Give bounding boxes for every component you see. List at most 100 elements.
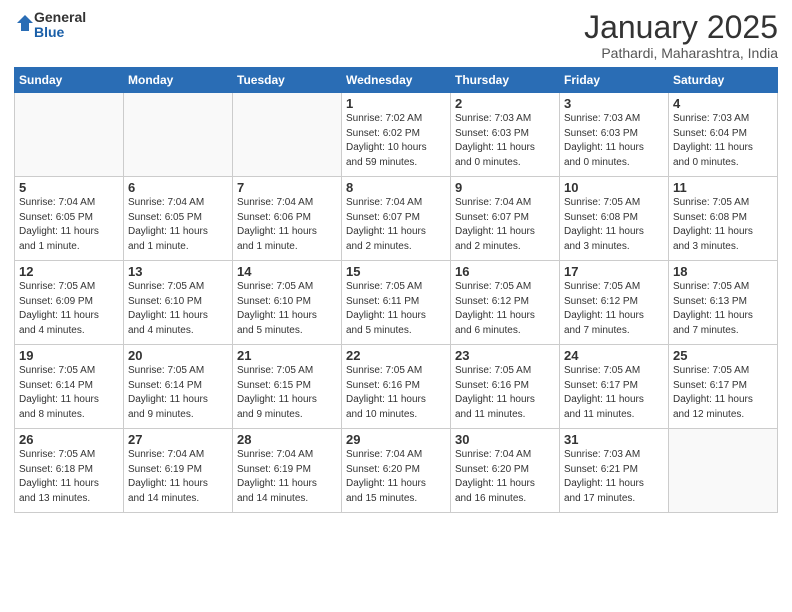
- logo-icon: [16, 14, 34, 32]
- day-info: Sunrise: 7:05 AM Sunset: 6:10 PM Dayligh…: [128, 280, 228, 338]
- cell-w3-d2: 13Sunrise: 7:05 AM Sunset: 6:10 PM Dayli…: [124, 261, 233, 345]
- logo: General Blue: [14, 10, 86, 41]
- day-info: Sunrise: 7:05 AM Sunset: 6:14 PM Dayligh…: [19, 364, 119, 422]
- week-row-4: 19Sunrise: 7:05 AM Sunset: 6:14 PM Dayli…: [15, 345, 778, 429]
- week-row-5: 26Sunrise: 7:05 AM Sunset: 6:18 PM Dayli…: [15, 429, 778, 513]
- day-number: 2: [455, 96, 555, 111]
- day-info: Sunrise: 7:05 AM Sunset: 6:12 PM Dayligh…: [455, 280, 555, 338]
- day-info: Sunrise: 7:04 AM Sunset: 6:19 PM Dayligh…: [128, 448, 228, 506]
- day-number: 25: [673, 348, 773, 363]
- th-monday: Monday: [124, 68, 233, 93]
- day-info: Sunrise: 7:05 AM Sunset: 6:14 PM Dayligh…: [128, 364, 228, 422]
- cell-w1-d1: [15, 93, 124, 177]
- cell-w5-d6: 31Sunrise: 7:03 AM Sunset: 6:21 PM Dayli…: [560, 429, 669, 513]
- day-number: 22: [346, 348, 446, 363]
- day-info: Sunrise: 7:04 AM Sunset: 6:07 PM Dayligh…: [455, 196, 555, 254]
- day-info: Sunrise: 7:04 AM Sunset: 6:07 PM Dayligh…: [346, 196, 446, 254]
- cell-w2-d6: 10Sunrise: 7:05 AM Sunset: 6:08 PM Dayli…: [560, 177, 669, 261]
- day-info: Sunrise: 7:04 AM Sunset: 6:05 PM Dayligh…: [19, 196, 119, 254]
- th-saturday: Saturday: [669, 68, 778, 93]
- day-number: 19: [19, 348, 119, 363]
- day-info: Sunrise: 7:04 AM Sunset: 6:20 PM Dayligh…: [455, 448, 555, 506]
- cell-w4-d4: 22Sunrise: 7:05 AM Sunset: 6:16 PM Dayli…: [342, 345, 451, 429]
- cell-w4-d6: 24Sunrise: 7:05 AM Sunset: 6:17 PM Dayli…: [560, 345, 669, 429]
- day-number: 11: [673, 180, 773, 195]
- week-row-1: 1Sunrise: 7:02 AM Sunset: 6:02 PM Daylig…: [15, 93, 778, 177]
- day-number: 12: [19, 264, 119, 279]
- cell-w3-d6: 17Sunrise: 7:05 AM Sunset: 6:12 PM Dayli…: [560, 261, 669, 345]
- day-info: Sunrise: 7:03 AM Sunset: 6:04 PM Dayligh…: [673, 112, 773, 170]
- cell-w4-d2: 20Sunrise: 7:05 AM Sunset: 6:14 PM Dayli…: [124, 345, 233, 429]
- day-info: Sunrise: 7:05 AM Sunset: 6:11 PM Dayligh…: [346, 280, 446, 338]
- cell-w1-d5: 2Sunrise: 7:03 AM Sunset: 6:03 PM Daylig…: [451, 93, 560, 177]
- day-number: 9: [455, 180, 555, 195]
- day-number: 16: [455, 264, 555, 279]
- day-info: Sunrise: 7:05 AM Sunset: 6:08 PM Dayligh…: [673, 196, 773, 254]
- day-info: Sunrise: 7:05 AM Sunset: 6:16 PM Dayligh…: [455, 364, 555, 422]
- day-number: 18: [673, 264, 773, 279]
- day-number: 20: [128, 348, 228, 363]
- cell-w5-d2: 27Sunrise: 7:04 AM Sunset: 6:19 PM Dayli…: [124, 429, 233, 513]
- cell-w4-d5: 23Sunrise: 7:05 AM Sunset: 6:16 PM Dayli…: [451, 345, 560, 429]
- cell-w1-d2: [124, 93, 233, 177]
- cell-w2-d2: 6Sunrise: 7:04 AM Sunset: 6:05 PM Daylig…: [124, 177, 233, 261]
- day-info: Sunrise: 7:03 AM Sunset: 6:21 PM Dayligh…: [564, 448, 664, 506]
- th-thursday: Thursday: [451, 68, 560, 93]
- day-number: 14: [237, 264, 337, 279]
- cell-w3-d3: 14Sunrise: 7:05 AM Sunset: 6:10 PM Dayli…: [233, 261, 342, 345]
- cell-w4-d7: 25Sunrise: 7:05 AM Sunset: 6:17 PM Dayli…: [669, 345, 778, 429]
- title-block: January 2025 Pathardi, Maharashtra, Indi…: [584, 10, 778, 61]
- cell-w3-d7: 18Sunrise: 7:05 AM Sunset: 6:13 PM Dayli…: [669, 261, 778, 345]
- week-row-3: 12Sunrise: 7:05 AM Sunset: 6:09 PM Dayli…: [15, 261, 778, 345]
- day-info: Sunrise: 7:04 AM Sunset: 6:05 PM Dayligh…: [128, 196, 228, 254]
- day-number: 3: [564, 96, 664, 111]
- cell-w5-d3: 28Sunrise: 7:04 AM Sunset: 6:19 PM Dayli…: [233, 429, 342, 513]
- th-friday: Friday: [560, 68, 669, 93]
- day-info: Sunrise: 7:05 AM Sunset: 6:17 PM Dayligh…: [564, 364, 664, 422]
- cell-w3-d4: 15Sunrise: 7:05 AM Sunset: 6:11 PM Dayli…: [342, 261, 451, 345]
- day-number: 31: [564, 432, 664, 447]
- day-info: Sunrise: 7:03 AM Sunset: 6:03 PM Dayligh…: [455, 112, 555, 170]
- week-row-2: 5Sunrise: 7:04 AM Sunset: 6:05 PM Daylig…: [15, 177, 778, 261]
- day-number: 17: [564, 264, 664, 279]
- day-info: Sunrise: 7:02 AM Sunset: 6:02 PM Dayligh…: [346, 112, 446, 170]
- day-number: 6: [128, 180, 228, 195]
- day-number: 13: [128, 264, 228, 279]
- cell-w1-d7: 4Sunrise: 7:03 AM Sunset: 6:04 PM Daylig…: [669, 93, 778, 177]
- day-info: Sunrise: 7:05 AM Sunset: 6:12 PM Dayligh…: [564, 280, 664, 338]
- day-info: Sunrise: 7:05 AM Sunset: 6:17 PM Dayligh…: [673, 364, 773, 422]
- calendar: Sunday Monday Tuesday Wednesday Thursday…: [14, 67, 778, 513]
- cell-w2-d7: 11Sunrise: 7:05 AM Sunset: 6:08 PM Dayli…: [669, 177, 778, 261]
- month-title: January 2025: [584, 10, 778, 45]
- cell-w4-d3: 21Sunrise: 7:05 AM Sunset: 6:15 PM Dayli…: [233, 345, 342, 429]
- day-number: 15: [346, 264, 446, 279]
- day-number: 8: [346, 180, 446, 195]
- day-number: 21: [237, 348, 337, 363]
- day-number: 1: [346, 96, 446, 111]
- day-headers-row: Sunday Monday Tuesday Wednesday Thursday…: [15, 68, 778, 93]
- th-sunday: Sunday: [15, 68, 124, 93]
- day-info: Sunrise: 7:05 AM Sunset: 6:09 PM Dayligh…: [19, 280, 119, 338]
- cell-w2-d3: 7Sunrise: 7:04 AM Sunset: 6:06 PM Daylig…: [233, 177, 342, 261]
- day-number: 23: [455, 348, 555, 363]
- day-number: 10: [564, 180, 664, 195]
- day-number: 27: [128, 432, 228, 447]
- day-info: Sunrise: 7:05 AM Sunset: 6:18 PM Dayligh…: [19, 448, 119, 506]
- day-info: Sunrise: 7:04 AM Sunset: 6:06 PM Dayligh…: [237, 196, 337, 254]
- cell-w1-d4: 1Sunrise: 7:02 AM Sunset: 6:02 PM Daylig…: [342, 93, 451, 177]
- day-number: 5: [19, 180, 119, 195]
- day-info: Sunrise: 7:03 AM Sunset: 6:03 PM Dayligh…: [564, 112, 664, 170]
- day-number: 30: [455, 432, 555, 447]
- day-number: 7: [237, 180, 337, 195]
- day-info: Sunrise: 7:05 AM Sunset: 6:15 PM Dayligh…: [237, 364, 337, 422]
- cell-w3-d5: 16Sunrise: 7:05 AM Sunset: 6:12 PM Dayli…: [451, 261, 560, 345]
- cell-w5-d7: [669, 429, 778, 513]
- header: General Blue January 2025 Pathardi, Maha…: [14, 10, 778, 61]
- day-info: Sunrise: 7:05 AM Sunset: 6:13 PM Dayligh…: [673, 280, 773, 338]
- cell-w4-d1: 19Sunrise: 7:05 AM Sunset: 6:14 PM Dayli…: [15, 345, 124, 429]
- cell-w5-d5: 30Sunrise: 7:04 AM Sunset: 6:20 PM Dayli…: [451, 429, 560, 513]
- day-info: Sunrise: 7:05 AM Sunset: 6:16 PM Dayligh…: [346, 364, 446, 422]
- day-info: Sunrise: 7:05 AM Sunset: 6:08 PM Dayligh…: [564, 196, 664, 254]
- th-wednesday: Wednesday: [342, 68, 451, 93]
- day-number: 24: [564, 348, 664, 363]
